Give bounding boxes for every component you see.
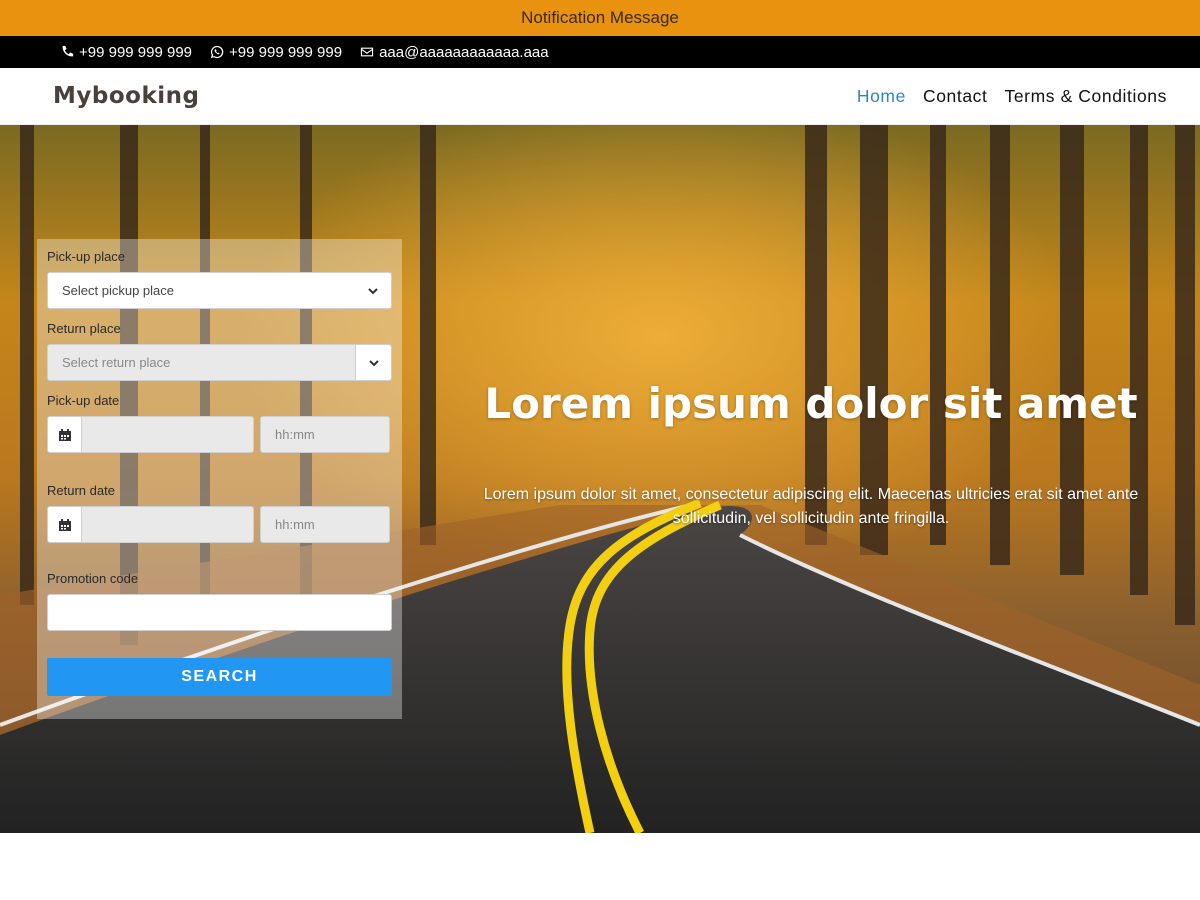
whatsapp-number: +99 999 999 999 [229, 43, 343, 61]
pickup-place-value: Select pickup place [62, 283, 175, 298]
return-time-input[interactable]: hh:mm [260, 506, 390, 543]
menu-item-contact[interactable]: Contact [923, 86, 988, 107]
pickup-date-field[interactable] [82, 417, 253, 452]
promo-code-input[interactable] [47, 594, 392, 631]
main-menu: Home Contact Terms & Conditions [857, 86, 1167, 107]
return-time-placeholder: hh:mm [275, 517, 315, 532]
email-address: aaa@aaaaaaaaaaaa.aaa [379, 43, 549, 61]
booking-form: Pick-up place Select pickup place Return… [37, 239, 402, 719]
menu-item-home[interactable]: Home [857, 86, 906, 107]
return-place-value: Select return place [62, 355, 171, 370]
calendar-icon[interactable] [48, 507, 82, 542]
pickup-place-label: Pick-up place [47, 249, 126, 264]
return-date-label: Return date [47, 483, 115, 498]
phone-number: +99 999 999 999 [79, 43, 193, 61]
calendar-icon[interactable] [48, 417, 82, 452]
navbar: Mybooking Home Contact Terms & Condition… [0, 68, 1200, 125]
pickup-time-placeholder: hh:mm [275, 427, 315, 442]
chevron-down-icon [355, 345, 391, 380]
pickup-time-input[interactable]: hh:mm [260, 416, 390, 453]
notification-bar: Notification Message [0, 0, 1200, 36]
hero-title: Lorem ipsum dolor sit amet [484, 379, 1138, 428]
menu-item-terms[interactable]: Terms & Conditions [1004, 86, 1167, 107]
whatsapp-contact[interactable]: +99 999 999 999 [210, 44, 342, 61]
return-place-select[interactable]: Select return place [47, 344, 392, 381]
pickup-date-input[interactable] [47, 416, 254, 453]
return-date-row: hh:mm [47, 506, 392, 543]
return-place-label: Return place [47, 321, 121, 336]
pickup-date-row: hh:mm [47, 416, 392, 453]
return-date-field[interactable] [82, 507, 253, 542]
hero-subtitle: Lorem ipsum dolor sit amet, consectetur … [483, 486, 1139, 527]
pickup-place-select[interactable]: Select pickup place [47, 272, 392, 309]
promo-code-label: Promotion code [47, 571, 139, 586]
contact-bar: +99 999 999 999 +99 999 999 999 aaa@aaaa… [0, 36, 1200, 68]
search-button[interactable]: SEARCH [47, 658, 392, 696]
chevron-down-icon [355, 273, 391, 308]
phone-icon [62, 45, 74, 57]
brand-logo[interactable]: Mybooking [53, 83, 199, 109]
pickup-date-label: Pick-up date [47, 393, 120, 408]
notification-text: Notification Message [521, 8, 679, 27]
hero-section: Pick-up place Select pickup place Return… [0, 125, 1200, 833]
envelope-icon [360, 47, 374, 57]
whatsapp-icon [210, 45, 224, 59]
email-contact[interactable]: aaa@aaaaaaaaaaaa.aaa [360, 44, 549, 61]
return-date-input[interactable] [47, 506, 254, 543]
phone-contact[interactable]: +99 999 999 999 [60, 44, 192, 61]
